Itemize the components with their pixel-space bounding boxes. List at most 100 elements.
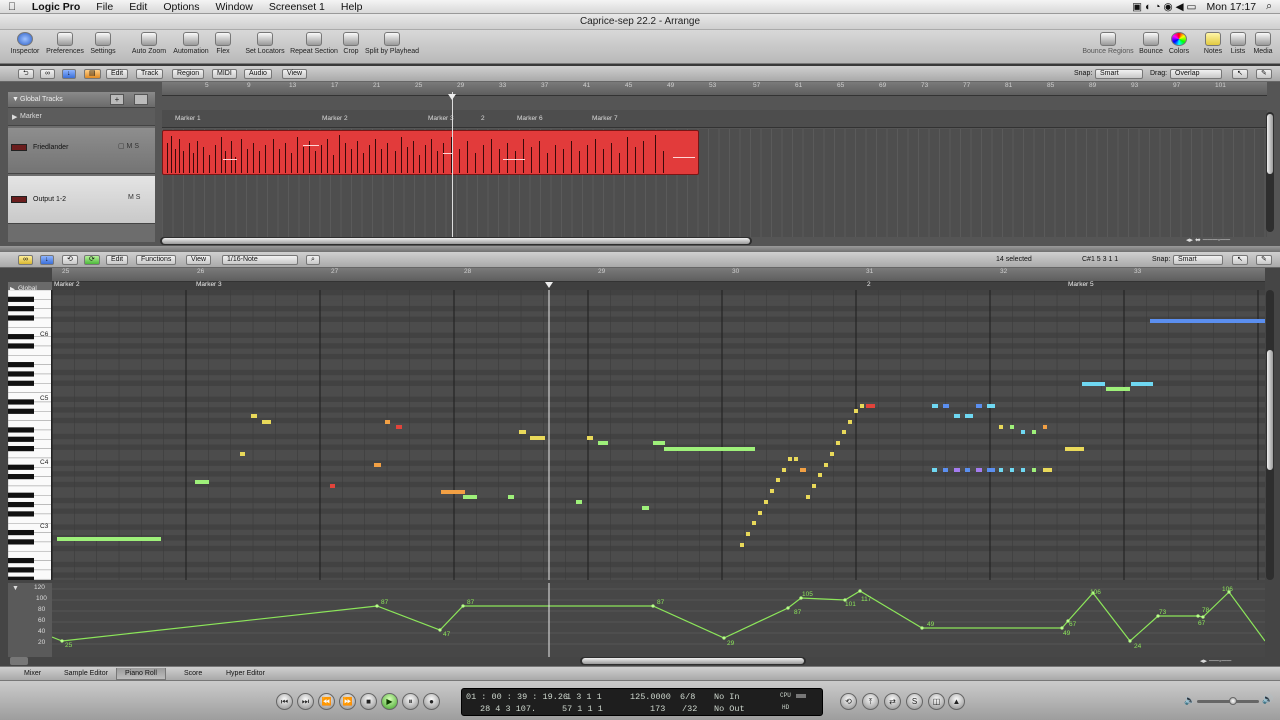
arrange-edit-menu[interactable]: Edit bbox=[106, 69, 129, 79]
clock[interactable]: Mon 17:17 bbox=[1206, 1, 1256, 13]
status-icons[interactable]: ▣ ◐ ◔ ◉ ◀ ▭ bbox=[1132, 1, 1196, 13]
menu-help[interactable]: Help bbox=[333, 1, 371, 13]
rewind-button[interactable]: ⏪ bbox=[318, 693, 335, 710]
marker[interactable]: Marker 2 bbox=[322, 115, 348, 122]
marker[interactable]: Marker 7 bbox=[592, 115, 618, 122]
velocity-lane[interactable]: 25 87 47 87 87 29 87 105 101 117 49 67 4… bbox=[52, 583, 1265, 657]
arrange-horizontal-scrollbar[interactable] bbox=[160, 237, 752, 245]
piano-roll-horizontal-scrollbar[interactable] bbox=[580, 657, 806, 665]
snap-select[interactable]: Smart bbox=[1173, 255, 1223, 265]
marker[interactable]: 2 bbox=[867, 281, 871, 288]
midi-region-friedlander[interactable] bbox=[162, 130, 699, 175]
snap-select[interactable]: Smart bbox=[1095, 69, 1143, 79]
pencil-tool[interactable]: ✎ bbox=[1256, 255, 1272, 265]
arrange-playhead[interactable] bbox=[452, 92, 453, 238]
midi-in-button[interactable]: ⟳ bbox=[84, 255, 100, 265]
track-header-friedlander[interactable]: Friedlander ▢ M S bbox=[8, 128, 155, 174]
link-button[interactable]: ∞ bbox=[18, 255, 33, 265]
marker[interactable]: Marker 5 bbox=[1068, 281, 1094, 288]
menu-options[interactable]: Options bbox=[155, 1, 207, 13]
piano-roll-zoom-controls[interactable]: ◂▸ ──◦── bbox=[1200, 657, 1270, 666]
pause-button[interactable]: ⏸ bbox=[402, 693, 419, 710]
piano-roll-bar-ruler[interactable]: 25 26 27 28 29 30 31 32 33 bbox=[52, 268, 1265, 282]
bounce-button[interactable]: Bounce bbox=[1138, 32, 1164, 55]
catch-button[interactable]: ↓ bbox=[40, 255, 54, 265]
fast-forward-button[interactable]: ⏩ bbox=[339, 693, 356, 710]
cycle-button[interactable]: ⟲ bbox=[840, 693, 857, 710]
marker[interactable]: Marker 3 bbox=[428, 115, 454, 122]
marker-lane[interactable]: Marker 1 Marker 2 Marker 3 2 Marker 6 Ma… bbox=[162, 110, 1267, 128]
autopunch-button[interactable]: ⤒ bbox=[862, 693, 879, 710]
preferences-button[interactable]: Preferences bbox=[46, 32, 84, 55]
menu-edit[interactable]: Edit bbox=[121, 1, 155, 13]
master-volume-slider[interactable] bbox=[1197, 697, 1259, 705]
split-by-playhead-button[interactable]: Split by Playhead bbox=[363, 32, 421, 55]
automation-button[interactable]: Automation bbox=[171, 32, 211, 55]
spotlight-icon[interactable]: ⌕ bbox=[1266, 0, 1272, 13]
velocity-graph[interactable]: 25 87 47 87 87 29 87 105 101 117 49 67 4… bbox=[52, 583, 1265, 657]
tab-piano-roll[interactable]: Piano Roll bbox=[116, 668, 166, 680]
arrange-region-menu[interactable]: Region bbox=[172, 69, 205, 79]
content-catch-button[interactable]: ▤ bbox=[84, 69, 101, 79]
marker[interactable]: 2 bbox=[481, 115, 485, 122]
arrange-audio-menu[interactable]: Audio bbox=[244, 69, 272, 79]
tab-hyper-editor[interactable]: Hyper Editor bbox=[218, 668, 273, 680]
piano-roll-view-menu[interactable]: View bbox=[186, 255, 212, 265]
global-tracks-header[interactable]: ▼ Global Tracks + bbox=[8, 92, 155, 108]
menu-file[interactable]: File bbox=[88, 1, 121, 13]
note-grid[interactable] bbox=[52, 290, 1265, 580]
volume-knob[interactable] bbox=[1229, 697, 1237, 705]
scroll-thumb[interactable] bbox=[582, 658, 804, 664]
arrange-bar-ruler[interactable]: 5 9 13 17 21 25 29 33 37 41 45 49 53 57 … bbox=[162, 82, 1267, 96]
piano-roll-marker-lane[interactable]: Marker 2 Marker 3 2 Marker 5 bbox=[52, 281, 1265, 290]
piano-roll-grid[interactable] bbox=[52, 290, 1265, 580]
tab-score[interactable]: Score bbox=[176, 668, 210, 680]
arrange-view-menu[interactable]: View bbox=[282, 69, 308, 79]
arrange-track-menu[interactable]: Track bbox=[136, 69, 164, 79]
metronome-button[interactable]: ▲ bbox=[948, 693, 965, 710]
disclosure-triangle-icon[interactable]: ▼ bbox=[12, 585, 19, 592]
track-header-output[interactable]: Output 1-2 M S bbox=[8, 176, 155, 224]
lists-button[interactable]: Lists bbox=[1227, 32, 1249, 55]
tab-mixer[interactable]: Mixer bbox=[16, 668, 49, 680]
piano-roll-functions-menu[interactable]: Functions bbox=[136, 255, 177, 265]
solo-button[interactable]: S bbox=[906, 693, 923, 710]
playhead-handle-icon[interactable] bbox=[448, 94, 456, 100]
marker[interactable]: Marker 2 bbox=[54, 281, 80, 288]
sync-button[interactable]: ◫ bbox=[928, 693, 945, 710]
apple-icon[interactable]:  bbox=[0, 1, 24, 13]
lane-resize-handle[interactable] bbox=[10, 657, 28, 665]
piano-roll-edit-menu[interactable]: Edit bbox=[106, 255, 129, 265]
global-track-config-icon[interactable] bbox=[134, 94, 148, 105]
replace-button[interactable]: ⇄ bbox=[884, 693, 901, 710]
scroll-thumb[interactable] bbox=[1267, 350, 1273, 470]
piano-roll-vertical-scrollbar[interactable] bbox=[1266, 290, 1274, 580]
pencil-tool[interactable]: ✎ bbox=[1256, 69, 1272, 79]
track-name[interactable]: Output 1-2 bbox=[33, 196, 66, 203]
menu-screenset[interactable]: Screenset 1 bbox=[261, 1, 333, 13]
auto-zoom-button[interactable]: Auto Zoom bbox=[130, 32, 168, 55]
notes-button[interactable]: Notes bbox=[1202, 32, 1224, 55]
quantize-select[interactable]: 1/16-Note bbox=[222, 255, 298, 265]
add-global-track-icon[interactable]: + bbox=[110, 94, 124, 105]
midi-out-button[interactable]: ⟲ bbox=[62, 255, 78, 265]
drag-select[interactable]: Overlap bbox=[1170, 69, 1222, 79]
track-name[interactable]: Friedlander bbox=[33, 144, 68, 151]
crop-button[interactable]: Crop bbox=[342, 32, 360, 55]
record-button[interactable]: ● bbox=[423, 693, 440, 710]
marker[interactable]: Marker 3 bbox=[196, 281, 222, 288]
piano-keyboard[interactable]: C6 C5 C4 C3 bbox=[8, 290, 52, 580]
repeat-section-button[interactable]: Repeat Section bbox=[289, 32, 339, 55]
disclosure-triangle-icon[interactable]: ▶ bbox=[12, 113, 17, 121]
playhead-handle-icon[interactable] bbox=[545, 282, 553, 288]
play-button[interactable]: ▶ bbox=[381, 693, 398, 710]
piano-roll-search-icon[interactable]: ⌕ bbox=[306, 255, 320, 265]
go-to-start-button[interactable]: ⏮ bbox=[276, 693, 293, 710]
mute-solo-buttons[interactable]: ▢ M S bbox=[118, 142, 139, 150]
arrange-midi-menu[interactable]: MIDI bbox=[212, 69, 237, 79]
link-button[interactable]: ∞ bbox=[40, 69, 55, 79]
flex-button[interactable]: Flex bbox=[214, 32, 232, 55]
mute-solo-buttons[interactable]: M S bbox=[128, 194, 140, 201]
scroll-thumb[interactable] bbox=[1267, 114, 1273, 174]
bounce-regions-button[interactable]: Bounce Regions bbox=[1082, 32, 1134, 55]
